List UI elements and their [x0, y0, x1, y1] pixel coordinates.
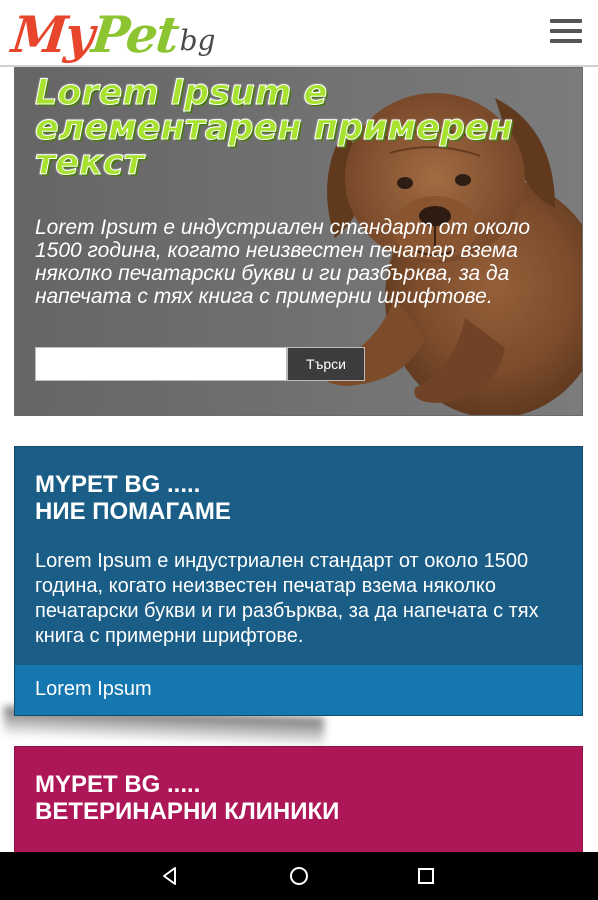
help-card-link-bar[interactable]: Lorem Ipsum: [15, 665, 582, 715]
app-header: My Pet bg: [0, 0, 598, 67]
home-circle-icon[interactable]: [287, 864, 311, 888]
mypet-logo[interactable]: My Pet bg: [8, 4, 216, 64]
logo-pet-text: Pet: [89, 5, 181, 64]
search-button[interactable]: Търси: [287, 347, 365, 381]
clinics-card[interactable]: MYPET BG ..... ВЕТЕРИНАРНИ КЛИНИКИ: [14, 746, 583, 856]
help-card-title-line1: MYPET BG .....: [35, 471, 201, 498]
help-card: MYPET BG ..... НИЕ ПОМАГАМЕ Lorem Ipsum …: [14, 446, 583, 716]
help-card-text: Lorem Ipsum е индустриален стандарт от о…: [35, 550, 539, 647]
hamburger-menu-icon[interactable]: [550, 19, 582, 43]
clinics-card-title-line1: MYPET BG .....: [35, 771, 201, 798]
clinics-card-title: MYPET BG ..... ВЕТЕРИНАРНИ КЛИНИКИ: [35, 771, 565, 825]
android-nav-bar: [0, 852, 598, 900]
search-input[interactable]: [35, 347, 287, 381]
hero-banner: Lorem Ipsum е елементарен примерен текст…: [14, 67, 583, 416]
hero-title: Lorem Ipsum е елементарен примерен текст: [35, 73, 514, 183]
hero-description: Lorem Ipsum е индустриален стандарт от о…: [35, 216, 531, 308]
logo-my-text: My: [8, 5, 96, 64]
help-card-title: MYPET BG ..... НИЕ ПОМАГАМЕ: [35, 471, 565, 525]
clinics-card-title-line2: ВЕТЕРИНАРНИ КЛИНИКИ: [35, 798, 340, 825]
back-triangle-icon[interactable]: [158, 864, 182, 888]
help-card-title-line2: НИЕ ПОМАГАМЕ: [35, 498, 231, 525]
logo-bg-text: bg: [179, 24, 216, 57]
recents-square-icon[interactable]: [414, 864, 438, 888]
help-card-link[interactable]: Lorem Ipsum: [35, 678, 152, 701]
